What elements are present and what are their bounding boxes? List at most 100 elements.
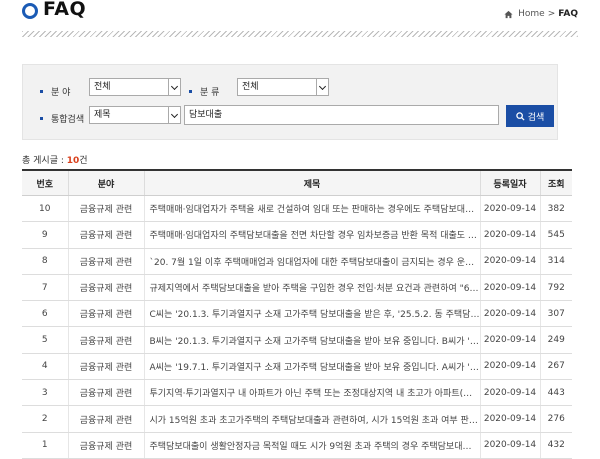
breadcrumb-home[interactable]: Home [518, 9, 545, 19]
row-views: 545 [539, 221, 572, 249]
header-divider [22, 31, 578, 37]
search-panel: 분 야 전체 분 류 전체 통합검색 제목 담보대출 검색 [22, 64, 558, 140]
row-views: 267 [539, 353, 572, 381]
row-number: 8 [22, 248, 68, 275]
combined-search-label-text: 통합검색 [51, 115, 85, 125]
header-field: 분야 [67, 169, 144, 196]
header-views: 조회 [539, 169, 572, 196]
row-number: 1 [22, 432, 68, 459]
row-views: 276 [539, 405, 572, 433]
row-date: 2020-09-14 [479, 248, 540, 275]
search-icon [515, 111, 525, 121]
row-views: 382 [539, 195, 572, 223]
row-field: 금융규제 관련 [67, 221, 144, 249]
row-field: 금융규제 관련 [67, 326, 144, 354]
row-field: 금융규제 관련 [67, 248, 144, 275]
row-views: 792 [539, 274, 572, 302]
table-row[interactable]: 4 금융규제 관련 A씨는 '19.7.1. 투기과열지구 소재 고가주택 담보… [22, 353, 572, 381]
row-date: 2020-09-14 [479, 353, 540, 381]
total-count-prefix: 총 게시글 : [22, 156, 67, 166]
table-header-row: 번호 분야 제목 등록일자 조회 [22, 169, 572, 196]
row-date: 2020-09-14 [479, 432, 540, 459]
row-views: 443 [539, 379, 572, 407]
table-row[interactable]: 9 금융규제 관련 주택매매·임대업자의 주택담보대출을 전면 차단할 경우 임… [22, 221, 572, 249]
row-number: 5 [22, 326, 68, 354]
row-subject-link[interactable]: 주택매매·임대업자의 주택담보대출을 전면 차단할 경우 임차보증금 반환 목적… [143, 221, 480, 249]
row-number: 2 [22, 405, 68, 433]
circle-icon [22, 3, 38, 19]
row-subject-link[interactable]: B씨는 '20.1.3. 투기과열지구 소재 고가주택 담보대출을 받아 보유 … [143, 326, 480, 354]
row-number: 6 [22, 300, 68, 328]
row-field: 금융규제 관련 [67, 432, 144, 459]
row-number: 7 [22, 274, 68, 302]
search-input-value: 담보대출 [189, 110, 223, 120]
chevron-down-icon[interactable] [168, 107, 180, 123]
row-field: 금융규제 관련 [67, 195, 144, 223]
page-title: FAQ [43, 0, 87, 20]
row-date: 2020-09-14 [479, 195, 540, 223]
table-row[interactable]: 10 금융규제 관련 주택매매·임대업자가 주택을 새로 건설하여 임대 또는 … [22, 195, 572, 223]
type-label-text: 분 류 [200, 88, 220, 98]
total-count-suffix: 건 [79, 156, 88, 166]
table-row[interactable]: 3 금융규제 관련 투기지역·투기과열지구 내 아파트가 아닌 주택 또는 조정… [22, 379, 572, 407]
row-field: 금융규제 관련 [67, 274, 144, 302]
row-date: 2020-09-14 [479, 405, 540, 433]
faq-table: 번호 분야 제목 등록일자 조회 10 금융규제 관련 주택매매·임대업자가 주… [22, 169, 572, 459]
search-button-label: 검색 [527, 112, 545, 123]
table-row[interactable]: 7 금융규제 관련 규제지역에서 주택담보대출을 받아 주택을 구입한 경우 전… [22, 274, 572, 302]
header-number: 번호 [22, 169, 68, 196]
row-subject-link[interactable]: 투기지역·투기과열지구 내 아파트가 아닌 주택 또는 조정대상지역 내 초고가… [143, 379, 480, 407]
total-count: 총 게시글 : 10건 [22, 153, 88, 166]
row-number: 9 [22, 221, 68, 249]
chevron-down-icon[interactable] [316, 79, 328, 95]
table-row[interactable]: 1 금융규제 관련 주택담보대출이 생활안정자금 목적일 때도 시가 9억원 초… [22, 432, 572, 459]
row-number: 10 [22, 195, 68, 223]
row-date: 2020-09-14 [479, 326, 540, 354]
table-row[interactable]: 5 금융규제 관련 B씨는 '20.1.3. 투기과열지구 소재 고가주택 담보… [22, 326, 572, 354]
row-subject-link[interactable]: 규제지역에서 주택담보대출을 받아 주택을 구입한 경우 전입·처분 요건과 관… [143, 274, 480, 302]
row-subject-link[interactable]: 주택담보대출이 생활안정자금 목적일 때도 시가 9억원 초과 주택의 경우 주… [143, 432, 480, 459]
search-field-select[interactable]: 제목 [89, 106, 181, 124]
search-button[interactable]: 검색 [506, 105, 554, 127]
row-subject-link[interactable]: 시가 15억원 초과 초고가주택의 주택담보대출과 관련하여, 시가 15억원 … [143, 405, 480, 433]
breadcrumb-current: FAQ [558, 9, 578, 19]
category-label: 분 야 [40, 85, 70, 98]
row-field: 금융규제 관련 [67, 379, 144, 407]
page-header: FAQ Home > FAQ [22, 0, 578, 28]
row-views: 432 [539, 432, 572, 459]
row-field: 금융규제 관련 [67, 353, 144, 381]
breadcrumb-separator: > [547, 9, 556, 19]
home-icon[interactable] [504, 10, 513, 19]
row-views: 307 [539, 300, 572, 328]
table-row[interactable]: 2 금융규제 관련 시가 15억원 초과 초고가주택의 주택담보대출과 관련하여… [22, 405, 572, 433]
row-number: 4 [22, 353, 68, 381]
total-count-value: 10 [66, 156, 80, 166]
search-field-value: 제목 [94, 110, 111, 120]
row-field: 금융규제 관련 [67, 405, 144, 433]
category-select[interactable]: 전체 [89, 78, 181, 96]
row-date: 2020-09-14 [479, 379, 540, 407]
category-label-text: 분 야 [51, 88, 71, 98]
row-date: 2020-09-14 [479, 274, 540, 302]
type-select-value: 전체 [242, 82, 259, 92]
row-views: 249 [539, 326, 572, 354]
row-subject-link[interactable]: A씨는 '19.7.1. 투기과열지구 소재 고가주택 담보대출을 받아 보유 … [143, 353, 480, 381]
bullet-icon [40, 90, 43, 93]
bullet-icon [40, 117, 43, 120]
row-date: 2020-09-14 [479, 221, 540, 249]
table-body: 10 금융규제 관련 주택매매·임대업자가 주택을 새로 건설하여 임대 또는 … [22, 195, 572, 459]
row-date: 2020-09-14 [479, 300, 540, 328]
row-subject-link[interactable]: C씨는 '20.1.3. 투기과열지구 소재 고가주택 담보대출을 받은 후, … [143, 300, 480, 328]
search-input[interactable]: 담보대출 [184, 105, 499, 125]
type-select[interactable]: 전체 [237, 78, 329, 96]
header-subject: 제목 [143, 169, 480, 196]
row-subject-link[interactable]: 주택매매·임대업자가 주택을 새로 건설하여 임대 또는 판매하는 경우에도 주… [143, 195, 480, 223]
type-label: 분 류 [189, 85, 219, 98]
header-date: 등록일자 [479, 169, 540, 196]
table-row[interactable]: 6 금융규제 관련 C씨는 '20.1.3. 투기과열지구 소재 고가주택 담보… [22, 300, 572, 328]
chevron-down-icon[interactable] [168, 79, 180, 95]
table-row[interactable]: 8 금융규제 관련 `20. 7월 1일 이후 주택매매업과 임대업자에 대한 … [22, 248, 572, 275]
bullet-icon [189, 90, 192, 93]
row-subject-link[interactable]: `20. 7월 1일 이후 주택매매업과 임대업자에 대한 주택담보대출이 금지… [143, 248, 480, 275]
breadcrumb: Home > FAQ [504, 9, 578, 19]
